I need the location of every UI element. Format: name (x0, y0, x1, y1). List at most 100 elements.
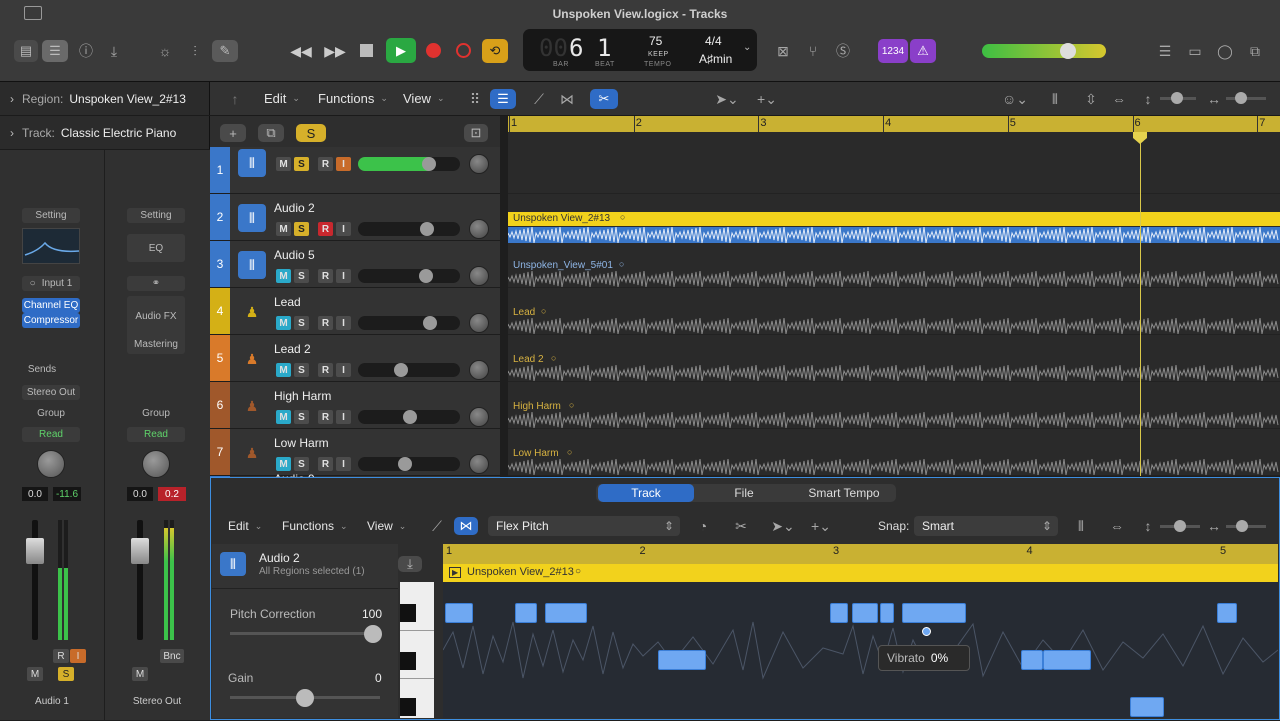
track-volume-slider[interactable] (358, 157, 460, 171)
rewind-button[interactable]: ◀◀ (288, 40, 314, 62)
record-enable-button[interactable]: R (318, 222, 333, 236)
track-volume-knob[interactable] (423, 316, 437, 330)
track-header-row[interactable]: 3 ⫴ Audio 5 MSRI (210, 241, 500, 288)
mastering-slot[interactable]: Mastering (127, 337, 185, 352)
input-slot[interactable]: ○ Input 1 (22, 276, 80, 291)
count-in-button[interactable]: 1234 (878, 39, 908, 63)
list-editors-button[interactable]: ☰ (1154, 40, 1176, 62)
metronome-button[interactable]: ⚠ (910, 39, 936, 63)
pitch-correction-slider[interactable] (230, 632, 380, 635)
functions-menu[interactable]: Functions ⌄ (312, 88, 394, 108)
solo-button[interactable]: S (294, 363, 309, 377)
listen-button[interactable]: ◔ (692, 517, 714, 535)
editor-hzoom-knob[interactable] (1236, 520, 1248, 532)
global-solo-button[interactable]: S (296, 124, 326, 142)
pitch-note[interactable] (1021, 650, 1043, 670)
track-header-row[interactable]: 4 ♟ Lead M S R I (210, 288, 500, 335)
pitch-note[interactable] (658, 650, 706, 670)
notepad-button[interactable]: ▭ (1184, 40, 1206, 62)
capture-record-button[interactable] (456, 43, 471, 58)
smart-controls-button[interactable]: ☼ (154, 40, 176, 62)
duplicate-track-button[interactable]: ⧉ (258, 124, 284, 142)
eq-thumbnail[interactable] (22, 228, 80, 264)
solo-button[interactable]: S (294, 457, 309, 471)
track-volume-knob[interactable] (403, 410, 417, 424)
track-pan-knob[interactable] (469, 154, 489, 174)
edit-menu[interactable]: Edit ⌄ (258, 88, 306, 108)
pan-knob[interactable] (37, 450, 65, 478)
record-enable-button[interactable]: R (318, 410, 333, 424)
timeline-ruler[interactable] (508, 116, 1280, 132)
editor-catch-button[interactable]: ✂ (730, 517, 752, 535)
track-volume-slider[interactable] (358, 222, 460, 236)
mute-button[interactable]: M (276, 269, 291, 283)
plugin-slot[interactable]: Compressor (22, 313, 80, 328)
pitch-correction-knob[interactable] (364, 625, 382, 643)
region-header[interactable]: › Region: Unspoken View_2#13 (0, 82, 210, 116)
toolbar-button[interactable]: ⤓ (104, 40, 124, 62)
back-button[interactable]: ↑ (226, 89, 244, 109)
waveform-zoom-button[interactable]: ⫴ (1044, 89, 1066, 109)
input-monitor-button[interactable]: I (336, 157, 351, 171)
editor-download-button[interactable]: ⤓ (398, 556, 422, 572)
track-volume-slider[interactable] (358, 363, 460, 377)
track-volume-knob[interactable] (394, 363, 408, 377)
record-enable-button[interactable]: R (53, 649, 69, 663)
track-volume-knob[interactable] (419, 269, 433, 283)
help-button[interactable]: ⓘ (76, 40, 96, 62)
setting-button[interactable]: Setting (127, 208, 185, 223)
record-enable-button[interactable]: R (318, 363, 333, 377)
play-region-icon[interactable]: ▶ (449, 567, 462, 578)
pitch-note[interactable] (1130, 697, 1164, 717)
track-pan-knob[interactable] (469, 313, 489, 333)
piano-black-key[interactable] (400, 698, 416, 716)
editors-button[interactable]: ✎ (212, 40, 238, 62)
bounce-button[interactable]: Bnc (160, 649, 184, 663)
chevron-down-icon[interactable]: ⌄ (743, 42, 751, 53)
master-volume-knob[interactable] (1060, 43, 1076, 59)
editor-functions-menu[interactable]: Functions ⌄ (276, 516, 354, 536)
record-button[interactable] (426, 43, 441, 58)
mute-button[interactable]: M (276, 457, 291, 471)
record-enable-button[interactable]: R (318, 157, 333, 171)
track-header-row[interactable]: 7 ♟ Low Harm M S R I (210, 429, 500, 476)
editor-vzoom-knob[interactable] (1174, 520, 1186, 532)
replace-button[interactable]: ⊠ (772, 40, 794, 62)
vertical-zoom-knob[interactable] (1171, 92, 1183, 104)
record-enable-button[interactable]: R (318, 457, 333, 471)
mute-button[interactable]: M (276, 410, 291, 424)
pointer-tool[interactable]: ➤⌄ (712, 89, 742, 109)
input-monitor-button[interactable]: I (336, 269, 351, 283)
volume-fader[interactable] (26, 538, 44, 564)
record-enable-button[interactable]: R (318, 316, 333, 330)
pitch-note[interactable] (830, 603, 848, 623)
link-button[interactable]: ⚭ (127, 276, 185, 291)
view-menu[interactable]: View ⌄ (397, 88, 451, 108)
eq-slot[interactable]: EQ (127, 234, 185, 262)
track-pan-knob[interactable] (469, 454, 489, 474)
track-lane[interactable] (508, 147, 1280, 194)
tab-smart-tempo[interactable]: Smart Tempo (794, 484, 894, 502)
mute-button[interactable]: M (276, 363, 291, 377)
balance-knob[interactable] (142, 450, 170, 478)
fit-vertical-button[interactable]: ⇳ (1080, 89, 1102, 109)
flex-button[interactable]: ⋈ (556, 89, 578, 109)
volume-fader[interactable] (131, 538, 149, 564)
automation-mode[interactable]: Read (127, 427, 185, 442)
gain-knob[interactable] (296, 689, 314, 707)
forward-button[interactable]: ▶▶ (322, 40, 348, 62)
pitch-note[interactable] (902, 603, 966, 623)
setting-button[interactable]: Setting (22, 208, 80, 223)
mute-button[interactable]: M (27, 667, 43, 681)
mute-button[interactable]: M (276, 157, 291, 171)
snap-select[interactable]: Smart ⇕ (914, 516, 1058, 536)
solo-button[interactable]: Ⓢ (832, 40, 854, 62)
track-header[interactable]: › Track: Classic Electric Piano (0, 116, 210, 150)
pitch-note[interactable] (852, 603, 878, 623)
tab-file[interactable]: File (696, 484, 792, 502)
track-header-row[interactable]: 6 ♟ High Harm M S R I (210, 382, 500, 429)
tab-track[interactable]: Track (598, 484, 694, 502)
pencil-tool[interactable]: +⌄ (752, 89, 782, 109)
track-volume-knob[interactable] (420, 222, 434, 236)
track-stack-button[interactable]: ⊡ (464, 124, 488, 142)
